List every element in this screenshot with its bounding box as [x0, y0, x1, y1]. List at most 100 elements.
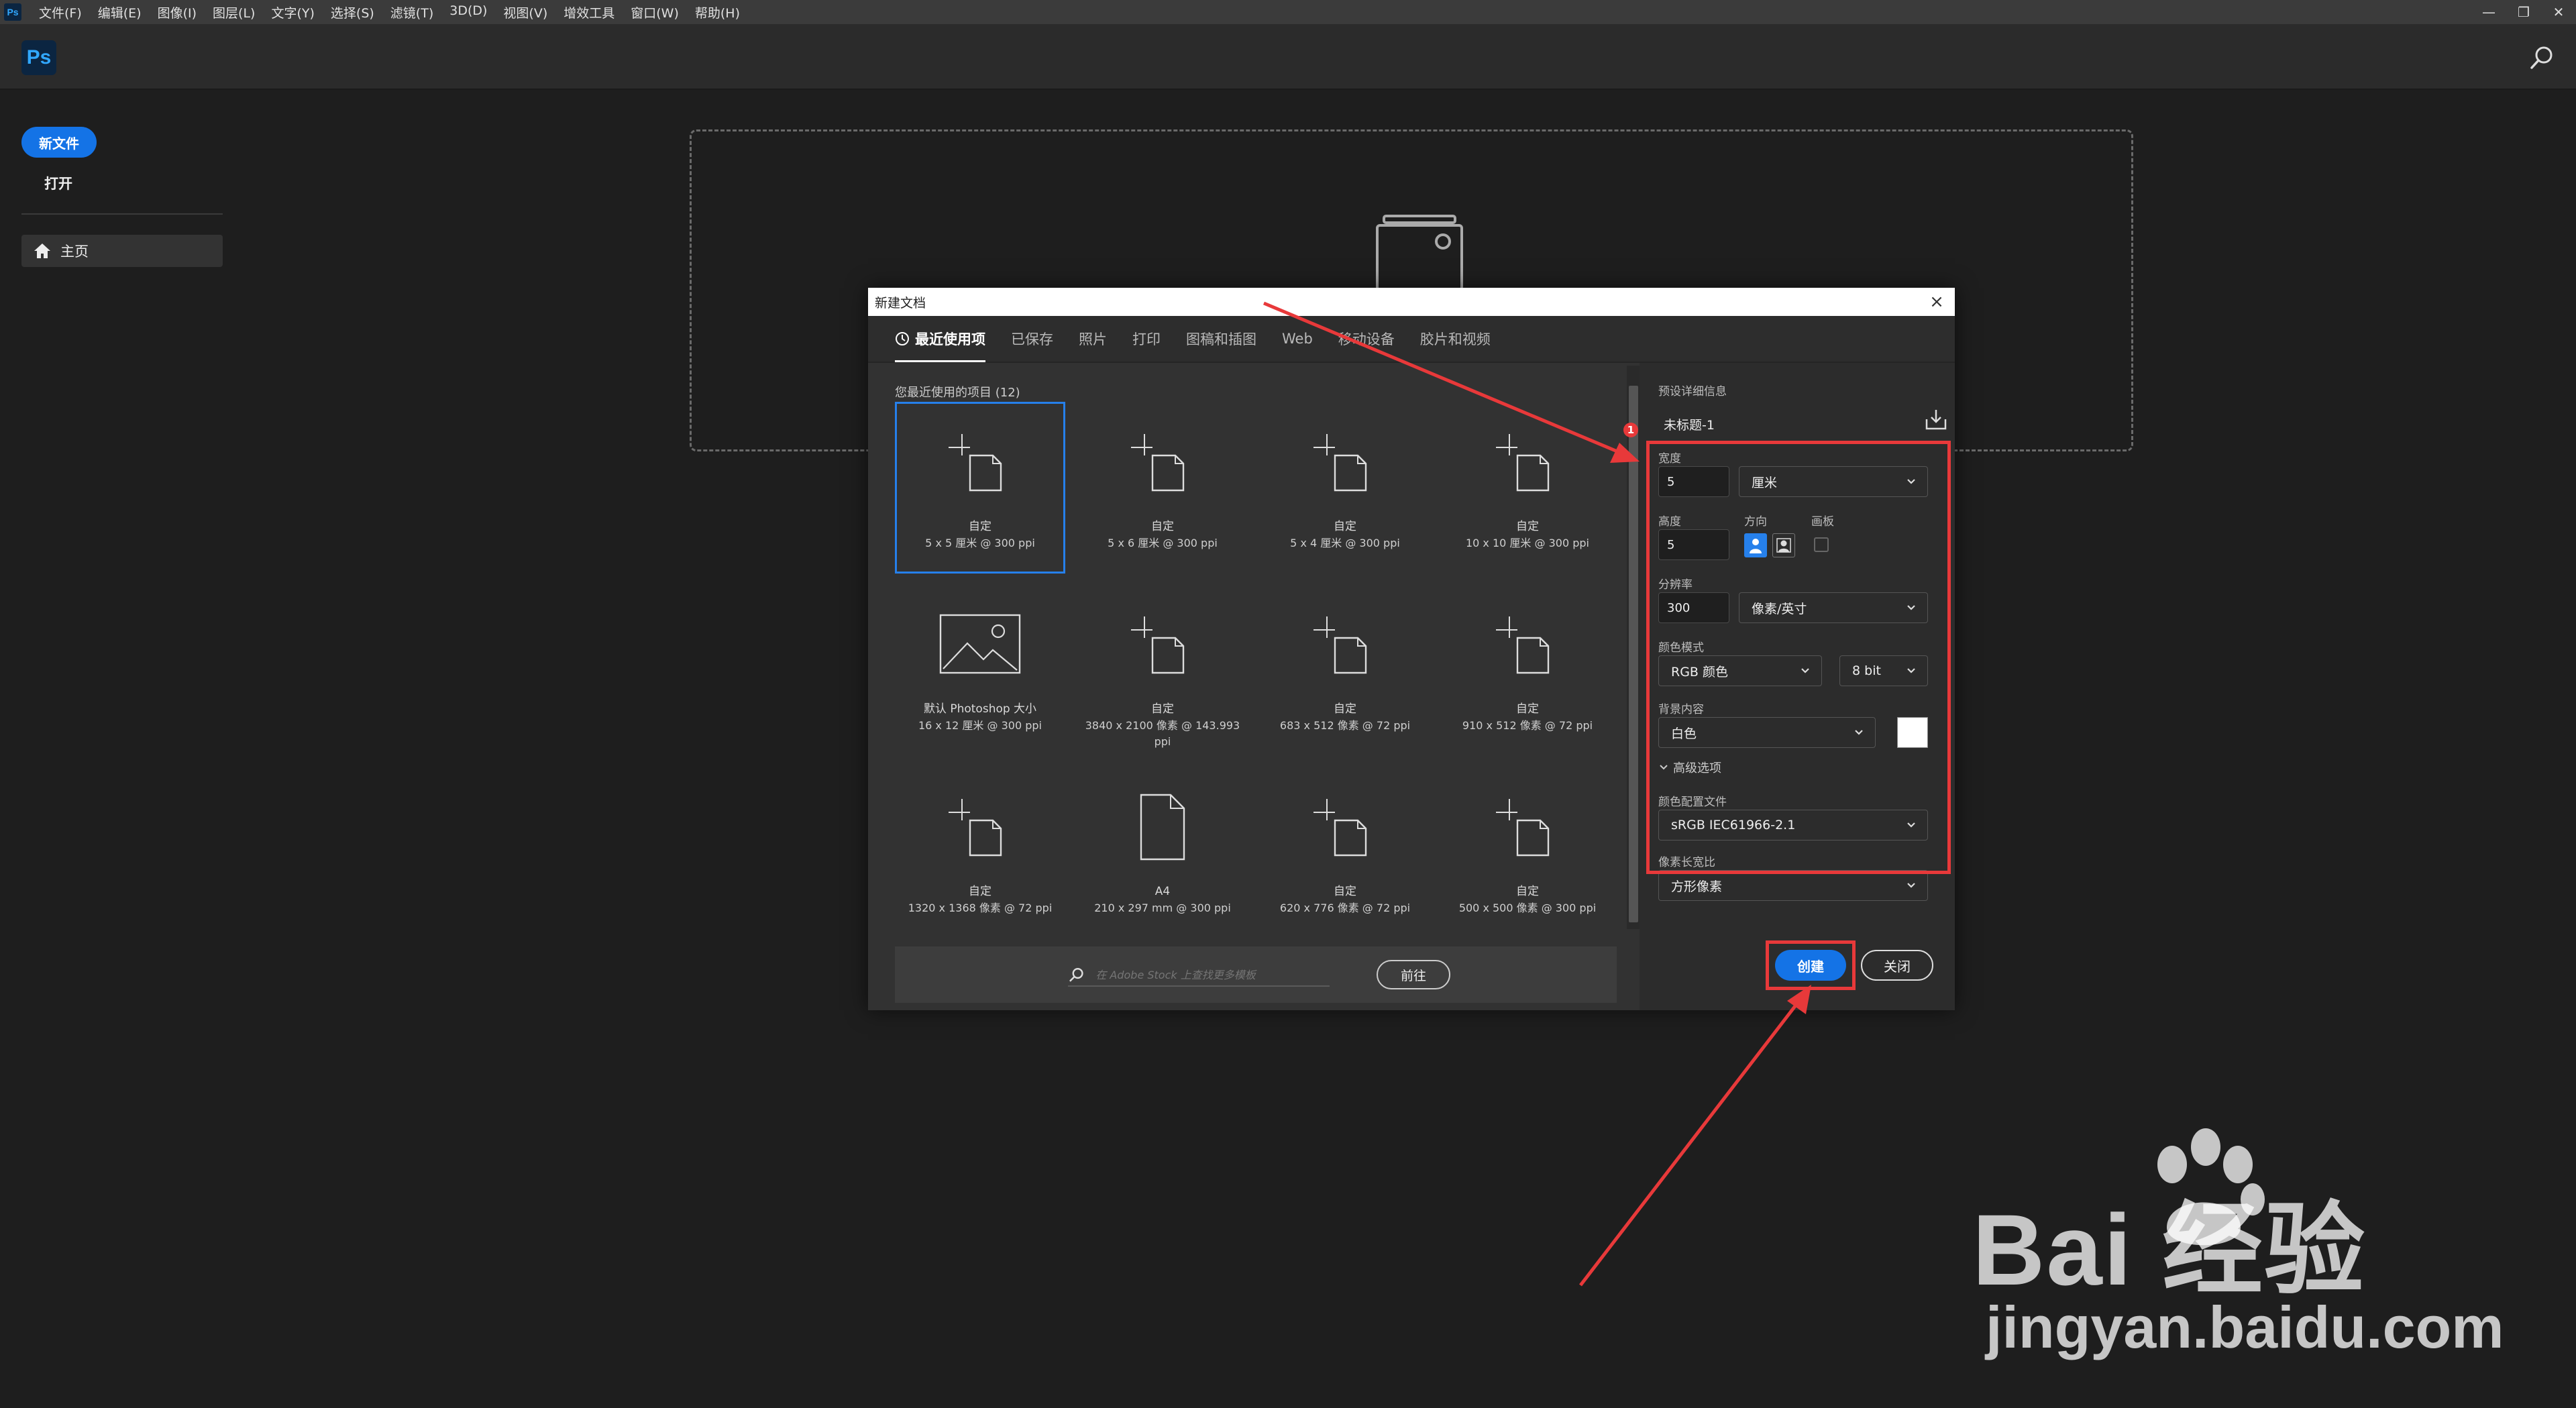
menu-item[interactable]: 图像(I): [150, 3, 205, 21]
save-preset-icon[interactable]: [1924, 407, 1948, 431]
menu-item[interactable]: 窗口(W): [623, 3, 687, 21]
dialog-title: 新建文档: [875, 295, 926, 311]
custom-doc-icon: [897, 425, 1063, 499]
preset-card[interactable]: 自定 1320 x 1368 像素 @ 72 ppi: [895, 767, 1065, 938]
preset-dimensions: 210 x 297 mm @ 300 ppi: [1094, 902, 1231, 914]
close-window-icon[interactable]: ✕: [2541, 0, 2576, 24]
preset-dimensions: 620 x 776 像素 @ 72 ppi: [1279, 902, 1411, 914]
clock-icon: [896, 332, 909, 345]
preset-dimensions: 5 x 4 厘米 @ 300 ppi: [1290, 537, 1400, 549]
app-header: Ps: [0, 24, 2576, 90]
menu-item[interactable]: 图层(L): [205, 3, 263, 21]
tab-print[interactable]: 打印: [1132, 315, 1161, 362]
preset-dimensions: 910 x 512 像素 @ 72 ppi: [1462, 719, 1593, 732]
divider: [21, 213, 223, 215]
menu-item[interactable]: 帮助(H): [687, 3, 748, 21]
preset-name: 自定: [1516, 885, 1539, 898]
tab-film-video[interactable]: 胶片和视频: [1420, 315, 1491, 362]
menu-item[interactable]: 视图(V): [495, 3, 555, 21]
page-icon: [1079, 790, 1246, 864]
close-icon[interactable]: ×: [1925, 290, 1948, 313]
pixel-aspect-select[interactable]: 方形像素: [1658, 870, 1928, 901]
close-button[interactable]: 关闭: [1861, 950, 1933, 981]
sidebar-item-home[interactable]: 主页: [21, 235, 223, 267]
stock-search-input[interactable]: [1094, 967, 1330, 982]
search-icon: [1069, 968, 1083, 982]
home-icon: [34, 243, 50, 258]
recent-section-title: 您最近使用的项目 (12): [895, 386, 1020, 400]
preset-tabs: 最近使用项 已保存 照片 打印 图稿和插图 Web 移动设备 胶片和视频: [868, 316, 1955, 363]
preset-card[interactable]: 自定 683 x 512 像素 @ 72 ppi: [1260, 584, 1430, 756]
preset-name: 自定: [1334, 885, 1356, 898]
scrollbar-thumb[interactable]: [1629, 386, 1638, 922]
menu-items: 文件(F) 编辑(E) 图像(I) 图层(L) 文字(Y) 选择(S) 滤镜(T) 3D(D)…: [31, 3, 748, 21]
custom-doc-icon: [1262, 608, 1428, 682]
baidu-watermark: Bai 经验 jingyan.baidu.com: [1972, 1127, 2504, 1368]
custom-doc-icon: [1262, 425, 1428, 499]
preset-dimensions: 683 x 512 像素 @ 72 ppi: [1279, 719, 1411, 732]
menu-item[interactable]: 滤镜(T): [382, 3, 441, 21]
preset-name: 自定: [969, 520, 991, 533]
preset-name: 自定: [1334, 520, 1356, 533]
preset-card[interactable]: 自定 10 x 10 厘米 @ 300 ppi: [1442, 402, 1613, 574]
preset-name: 自定: [1151, 702, 1174, 716]
custom-doc-icon: [1444, 790, 1611, 864]
document-name[interactable]: 未标题-1: [1664, 415, 1715, 433]
image-icon: [897, 608, 1063, 682]
preset-name: 自定: [1334, 702, 1356, 716]
create-button[interactable]: 创建: [1775, 950, 1846, 981]
preset-name: 自定: [1516, 520, 1539, 533]
preset-card[interactable]: 默认 Photoshop 大小 16 x 12 厘米 @ 300 ppi: [895, 584, 1065, 756]
minimize-icon[interactable]: —: [2471, 0, 2506, 24]
select-value: 方形像素: [1671, 879, 1723, 894]
preset-card[interactable]: 自定 5 x 5 厘米 @ 300 ppi: [895, 402, 1065, 574]
presets-pane: 您最近使用的项目 (12) 自定 5 x 5 厘米 @ 300 ppi 自定 5 x …: [868, 363, 1640, 1010]
goto-button[interactable]: 前往: [1377, 960, 1450, 989]
preset-card[interactable]: 自定 620 x 776 像素 @ 72 ppi: [1260, 767, 1430, 938]
preset-dimensions: 500 x 500 像素 @ 300 ppi: [1458, 902, 1597, 914]
restore-icon[interactable]: ❐: [2506, 0, 2541, 24]
preset-name: 自定: [1151, 520, 1174, 533]
os-menubar: Ps 文件(F) 编辑(E) 图像(I) 图层(L) 文字(Y) 选择(S) 滤镜(T) 3D…: [0, 0, 2576, 24]
new-file-button[interactable]: 新文件: [21, 127, 97, 158]
watermark-brand: Bai 经验: [1972, 1193, 2367, 1306]
watermark-url: jingyan.baidu.com: [1986, 1294, 2504, 1360]
preset-card[interactable]: 自定 3840 x 2100 像素 @ 143.993 ppi: [1077, 584, 1248, 756]
tab-saved[interactable]: 已保存: [1011, 315, 1053, 362]
dialog-titlebar: 新建文档 ×: [868, 288, 1955, 316]
custom-doc-icon: [897, 790, 1063, 864]
tab-recent[interactable]: 最近使用项: [895, 315, 985, 362]
menu-item[interactable]: 文字(Y): [263, 3, 322, 21]
menu-item[interactable]: 选择(S): [323, 3, 382, 21]
menu-item[interactable]: 增效工具: [555, 3, 623, 21]
open-button[interactable]: 打开: [44, 173, 72, 193]
preset-card[interactable]: 自定 500 x 500 像素 @ 300 ppi: [1442, 767, 1613, 938]
menu-item[interactable]: 编辑(E): [90, 3, 150, 21]
search-icon[interactable]: [2528, 43, 2557, 72]
custom-doc-icon: [1444, 608, 1611, 682]
tab-mobile[interactable]: 移动设备: [1338, 315, 1395, 362]
preset-card[interactable]: 自定 5 x 6 厘米 @ 300 ppi: [1077, 402, 1248, 574]
menu-item[interactable]: 3D(D): [441, 3, 495, 21]
custom-doc-icon: [1262, 790, 1428, 864]
details-header: 预设详细信息: [1658, 385, 1727, 398]
window-controls: — ❐ ✕: [2471, 0, 2576, 24]
ps-logo[interactable]: Ps: [21, 40, 56, 75]
custom-doc-icon: [1079, 608, 1246, 682]
preset-name: A4: [1155, 885, 1171, 898]
preset-dimensions: 1320 x 1368 像素 @ 72 ppi: [908, 902, 1053, 914]
annotation-badge: 1: [1623, 423, 1638, 437]
preset-card[interactable]: A4 210 x 297 mm @ 300 ppi: [1077, 767, 1248, 938]
tab-art-illustration[interactable]: 图稿和插图: [1186, 315, 1256, 362]
chevron-down-icon: [1907, 883, 1915, 888]
preset-dimensions: 3840 x 2100 像素 @ 143.993 ppi: [1085, 719, 1240, 748]
tab-photo[interactable]: 照片: [1079, 315, 1107, 362]
preset-card[interactable]: 自定 5 x 4 厘米 @ 300 ppi: [1260, 402, 1430, 574]
tab-web[interactable]: Web: [1282, 315, 1313, 362]
stock-search-bar: 前往: [895, 946, 1617, 1003]
scrollbar[interactable]: [1627, 366, 1640, 929]
custom-doc-icon: [1444, 425, 1611, 499]
menu-item[interactable]: 文件(F): [31, 3, 90, 21]
preset-card[interactable]: 自定 910 x 512 像素 @ 72 ppi: [1442, 584, 1613, 756]
preset-dimensions: 10 x 10 厘米 @ 300 ppi: [1465, 537, 1589, 549]
